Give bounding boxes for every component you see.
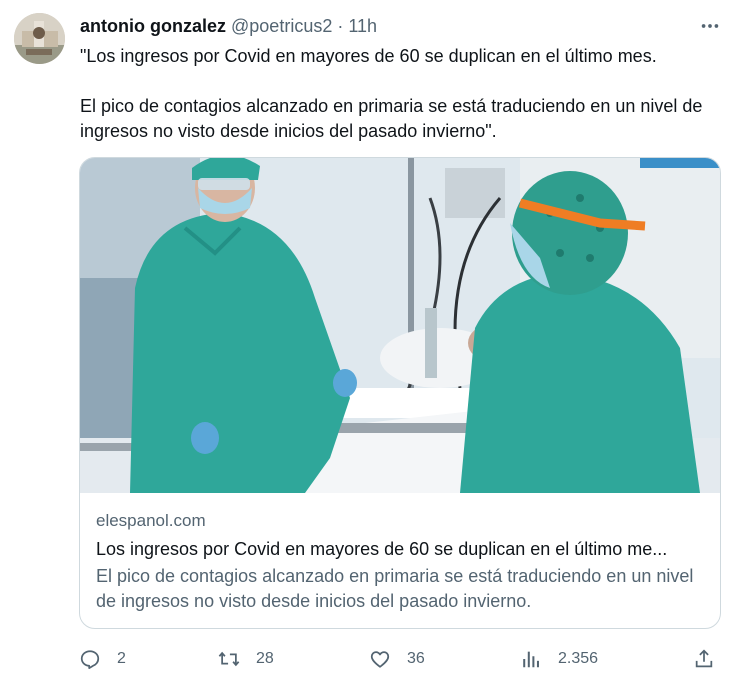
reply-button[interactable]: 2 — [79, 646, 126, 672]
like-button[interactable]: 36 — [369, 646, 425, 672]
tweet-text: "Los ingresos por Covid en mayores de 60… — [80, 44, 730, 144]
retweet-button[interactable]: 28 — [218, 646, 274, 672]
reply-icon — [80, 650, 100, 670]
tweet-paragraph-2: El pico de contagios alcanzado en primar… — [80, 96, 703, 141]
views-button[interactable]: 2.356 — [520, 646, 598, 672]
header-separator: · — [337, 16, 344, 36]
tweet-time[interactable]: 11h — [348, 16, 377, 36]
reply-count: 2 — [117, 650, 126, 667]
share-button[interactable] — [693, 646, 715, 672]
card-image — [80, 158, 720, 493]
more-horizontal-icon — [701, 24, 719, 28]
heart-icon — [370, 651, 390, 668]
card-domain: elespanol.com — [96, 511, 206, 530]
avatar[interactable] — [14, 13, 65, 64]
link-card[interactable]: elespanol.com Los ingresos por Covid en … — [79, 157, 721, 629]
views-chart-icon — [523, 651, 539, 668]
author-handle[interactable]: @poetricus2 — [231, 16, 332, 36]
retweet-count: 28 — [256, 650, 274, 667]
avatar-image — [14, 13, 65, 64]
views-count: 2.356 — [558, 650, 599, 667]
author-name[interactable]: antonio gonzalez — [80, 16, 226, 36]
retweet-icon — [218, 651, 240, 667]
like-count: 36 — [407, 650, 425, 667]
card-title: Los ingresos por Covid en mayores de 60 … — [96, 539, 668, 559]
tweet-actions: 2 28 36 2.356 — [79, 646, 719, 672]
tweet: antonio gonzalez @poetricus2 · 11h "Los … — [0, 0, 746, 692]
card-body: elespanol.com Los ingresos por Covid en … — [96, 509, 704, 614]
share-icon — [695, 649, 713, 668]
more-button[interactable] — [696, 14, 724, 38]
tweet-header: antonio gonzalez @poetricus2 · 11h — [80, 14, 686, 38]
card-description: El pico de contagios alcanzado en primar… — [96, 566, 694, 611]
tweet-paragraph-1: "Los ingresos por Covid en mayores de 60… — [80, 46, 657, 66]
hospital-photo — [80, 158, 720, 493]
